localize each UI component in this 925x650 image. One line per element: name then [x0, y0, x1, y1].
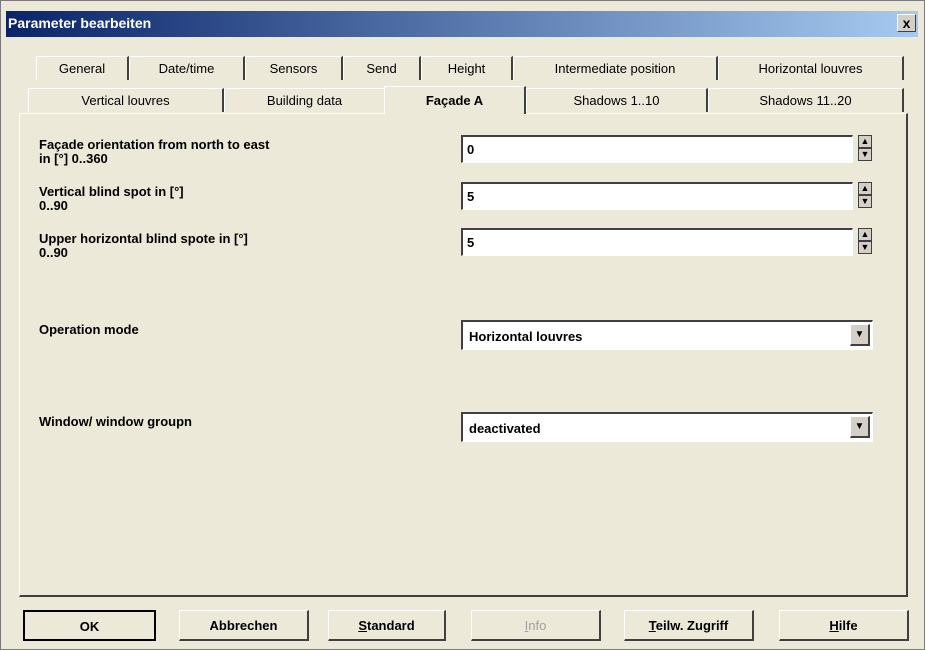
facade-orientation-label: Façade orientation from north to east in…: [39, 138, 269, 166]
vertical-blind-spot-value: 5: [467, 189, 475, 204]
spin-up-icon[interactable]: ▲: [858, 182, 872, 195]
facade-orientation-label-line2: in [°] 0..360: [39, 151, 108, 166]
tab-row-2: Vertical louvres Building data Façade A …: [16, 86, 908, 114]
tab-send[interactable]: Send: [343, 56, 421, 80]
spin-up-icon[interactable]: ▲: [858, 228, 872, 241]
upper-horizontal-blind-spot-label: Upper horizontal blind spote in [°] 0..9…: [39, 232, 248, 260]
help-button[interactable]: Hilfe: [779, 610, 909, 641]
standard-button[interactable]: Standard: [328, 610, 446, 641]
upper-horizontal-blind-spot-spinner[interactable]: ▲ ▼: [858, 228, 872, 256]
facade-orientation-input[interactable]: 0: [461, 135, 853, 163]
spin-up-icon[interactable]: ▲: [858, 135, 872, 148]
tab-height[interactable]: Height: [421, 56, 513, 80]
upper-horizontal-blind-spot-label-line2: 0..90: [39, 245, 68, 260]
tab-general[interactable]: General: [36, 56, 129, 80]
tab-date-time[interactable]: Date/time: [129, 56, 245, 80]
tab-intermediate-position[interactable]: Intermediate position: [513, 56, 718, 80]
facade-orientation-spinner[interactable]: ▲ ▼: [858, 135, 872, 163]
vertical-blind-spot-label: Vertical blind spot in [°] 0..90: [39, 185, 184, 213]
partial-access-accel: T: [648, 618, 656, 633]
standard-accel: S: [358, 618, 367, 633]
spin-down-icon[interactable]: ▼: [858, 148, 872, 161]
window-group-select[interactable]: deactivated ▼: [461, 412, 873, 442]
tab-shadows-1-10[interactable]: Shadows 1..10: [526, 88, 708, 112]
tab-shadows-11-20[interactable]: Shadows 11..20: [708, 88, 904, 112]
upper-horizontal-blind-spot-label-line1: Upper horizontal blind spote in [°]: [39, 231, 248, 246]
facade-orientation-label-line1: Façade orientation from north to east: [39, 137, 270, 152]
operation-mode-label: Operation mode: [39, 322, 139, 337]
info-button[interactable]: Info: [471, 610, 601, 641]
operation-mode-value: Horizontal louvres: [469, 329, 583, 344]
tab-building-data[interactable]: Building data: [224, 88, 386, 112]
cancel-button[interactable]: Abbrechen: [179, 610, 309, 641]
standard-label: tandard: [367, 618, 415, 633]
window-group-label: Window/ window groupn: [39, 414, 192, 429]
upper-horizontal-blind-spot-value: 5: [467, 235, 475, 250]
tab-row-1: General Date/time Sensors Send Height In…: [16, 56, 908, 81]
upper-horizontal-blind-spot-input[interactable]: 5: [461, 228, 853, 256]
facade-orientation-value: 0: [467, 142, 475, 157]
vertical-blind-spot-spinner[interactable]: ▲ ▼: [858, 182, 872, 210]
window-group-value: deactivated: [469, 421, 541, 436]
partial-access-button[interactable]: Teilw. Zugriff: [624, 610, 754, 641]
chevron-down-icon[interactable]: ▼: [850, 324, 870, 346]
spin-down-icon[interactable]: ▼: [858, 241, 872, 254]
dialog-window: Parameter bearbeiten x General Date/time…: [0, 0, 925, 650]
vertical-blind-spot-label-line2: 0..90: [39, 198, 68, 213]
window-title: Parameter bearbeiten: [8, 15, 152, 31]
chevron-down-icon[interactable]: ▼: [850, 416, 870, 438]
info-label: nfo: [528, 618, 547, 633]
partial-access-label: eilw. Zugriff: [655, 618, 729, 633]
title-bar: Parameter bearbeiten x: [6, 11, 918, 37]
tab-horizontal-louvres[interactable]: Horizontal louvres: [718, 56, 904, 80]
tab-vertical-louvres[interactable]: Vertical louvres: [28, 88, 224, 112]
operation-mode-select[interactable]: Horizontal louvres ▼: [461, 320, 873, 350]
spin-down-icon[interactable]: ▼: [858, 195, 872, 208]
close-icon: x: [902, 15, 911, 31]
tab-facade-a[interactable]: Façade A: [384, 86, 526, 114]
help-label: ilfe: [838, 618, 858, 633]
tab-sensors[interactable]: Sensors: [245, 56, 343, 80]
ok-button[interactable]: OK: [23, 610, 156, 641]
vertical-blind-spot-input[interactable]: 5: [461, 182, 853, 210]
help-accel: H: [829, 618, 839, 633]
vertical-blind-spot-label-line1: Vertical blind spot in [°]: [39, 184, 184, 199]
close-button[interactable]: x: [897, 14, 916, 32]
